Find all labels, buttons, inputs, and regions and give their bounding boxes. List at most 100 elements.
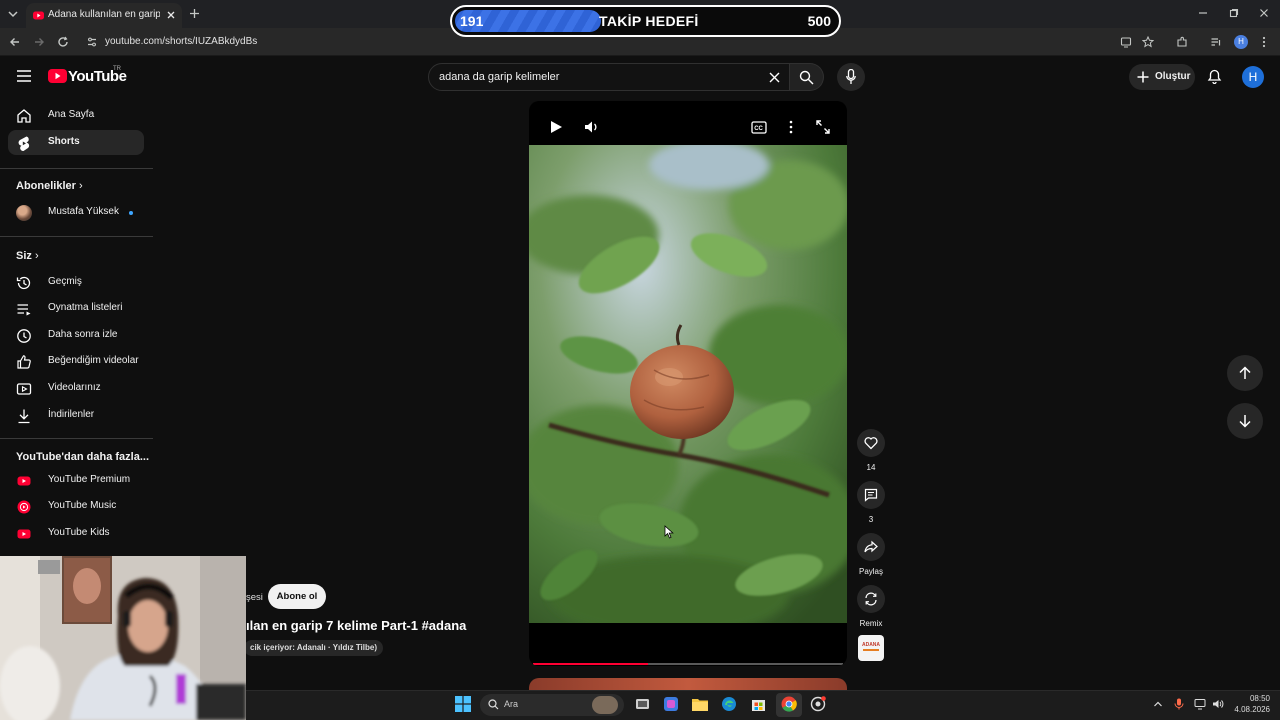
speaker-tray-icon[interactable]: [1212, 698, 1224, 710]
edge-browser-icon[interactable]: [721, 696, 737, 712]
subscription-item[interactable]: Mustafa Yüksek: [8, 200, 144, 225]
short-title[interactable]: ılan en garip 7 kelime Part-1 #adana: [246, 618, 466, 633]
cast-icon[interactable]: [1120, 36, 1132, 48]
sidebar-item-label: Ana Sayfa: [48, 109, 95, 120]
sidebar-item-label: Beğendiğim videolar: [48, 355, 139, 366]
video-progress-bar[interactable]: [533, 663, 843, 665]
sidebar-item-youtube-kids[interactable]: YouTube Kids: [8, 521, 144, 546]
comments-button[interactable]: [857, 481, 885, 509]
minimize-icon[interactable]: [1198, 8, 1208, 18]
sidebar-item-label: Daha sonra izle: [48, 329, 118, 340]
bookmark-star-icon[interactable]: [1142, 36, 1154, 48]
notifications-bell-icon[interactable]: [1207, 68, 1222, 84]
taskbar-search-icon: [488, 699, 499, 710]
back-icon[interactable]: [9, 36, 21, 48]
sidebar-item-watch-later[interactable]: Daha sonra izle: [8, 323, 144, 348]
sidebar-item-liked-videos[interactable]: Beğendiğim videolar: [8, 349, 144, 374]
like-button[interactable]: [857, 429, 885, 457]
media-controls-icon[interactable]: [1210, 36, 1222, 48]
system-tray-expand-icon[interactable]: [1153, 699, 1163, 709]
sidebar-item-downloads[interactable]: İndirilenler: [8, 403, 144, 428]
video-frame[interactable]: [529, 145, 847, 623]
sidebar-item-home[interactable]: Ana Sayfa: [8, 103, 144, 128]
sidebar-item-label: YouTube Kids: [48, 527, 110, 538]
url-text[interactable]: youtube.com/shorts/IUZABkdydBs: [105, 36, 257, 47]
create-button[interactable]: Oluştur: [1129, 64, 1195, 90]
subscriptions-heading[interactable]: Abonelikler ›: [16, 180, 83, 192]
next-short-button[interactable]: [1227, 403, 1263, 439]
search-highlight-icon: [592, 696, 618, 714]
close-window-icon[interactable]: [1259, 8, 1269, 18]
volume-icon[interactable]: [584, 120, 600, 134]
sidebar-item-label: Videolarınız: [48, 382, 101, 393]
comment-count: 3: [868, 515, 874, 524]
restore-icon[interactable]: [1229, 8, 1239, 18]
chrome-menu-icon[interactable]: [1259, 36, 1269, 48]
more-options-icon[interactable]: [788, 120, 794, 134]
sidebar-item-shorts[interactable]: Shorts: [8, 130, 144, 155]
next-short-preview[interactable]: [529, 678, 847, 690]
share-button[interactable]: [857, 533, 885, 561]
fullscreen-icon[interactable]: [816, 120, 830, 134]
new-tab-icon[interactable]: [189, 8, 200, 19]
goal-current: 191: [460, 13, 484, 29]
taskbar-time[interactable]: 08:50: [1250, 694, 1270, 703]
music-chip[interactable]: cik içeriyor: Adanalı · Yıldız Tilbe): [244, 640, 383, 656]
remix-button[interactable]: [857, 585, 885, 613]
subscribe-button[interactable]: Abone ol: [268, 584, 326, 609]
tab-title: Adana kullanılan en garip 7 kelime: [48, 9, 160, 20]
taskbar-search[interactable]: Ara: [480, 694, 624, 716]
audio-thumbnail-stripe: [863, 649, 879, 651]
playlist-icon: [17, 304, 31, 316]
account-avatar[interactable]: H: [1242, 66, 1264, 88]
channel-name[interactable]: şesi: [246, 592, 263, 603]
subscription-label: Mustafa Yüksek: [48, 206, 119, 217]
store-icon[interactable]: [751, 696, 766, 712]
copilot-icon[interactable]: [663, 696, 679, 712]
sidebar-item-playlists[interactable]: Oynatma listeleri: [8, 296, 144, 321]
search-icon: [799, 70, 814, 85]
site-info-icon[interactable]: [86, 36, 98, 48]
task-view-icon[interactable]: [635, 697, 650, 711]
tab-search-icon[interactable]: [7, 8, 19, 20]
extensions-icon[interactable]: [1176, 36, 1188, 48]
active-tab[interactable]: Adana kullanılan en garip 7 kelime: [26, 3, 182, 28]
search-button[interactable]: [790, 63, 824, 91]
sidebar-item-youtube-premium[interactable]: YouTube Premium: [8, 468, 144, 493]
youtube-premium-icon: [17, 476, 31, 486]
display-tray-icon[interactable]: [1194, 698, 1206, 710]
clear-search-icon[interactable]: [769, 72, 780, 83]
sidebar-item-youtube-music[interactable]: YouTube Music: [8, 494, 144, 519]
share-label: Paylaş: [858, 567, 883, 576]
search-input[interactable]: adana da garip kelimeler: [439, 71, 559, 83]
reload-icon[interactable]: [57, 36, 69, 48]
create-label: Oluştur: [1155, 71, 1191, 82]
previous-short-button[interactable]: [1227, 355, 1263, 391]
comment-icon: [864, 488, 878, 502]
subscribe-label: Abone ol: [276, 591, 318, 602]
shorts-player[interactable]: CC: [529, 101, 847, 666]
sidebar-item-your-videos[interactable]: Videolarınız: [8, 376, 144, 401]
forward-icon[interactable]: [33, 36, 45, 48]
arrow-down-icon: [1239, 415, 1251, 428]
captions-icon[interactable]: CC: [751, 121, 767, 134]
hamburger-menu-icon[interactable]: [17, 70, 31, 82]
profile-avatar[interactable]: H: [1234, 35, 1248, 49]
recording-app-icon[interactable]: [810, 696, 826, 712]
close-tab-icon[interactable]: [166, 10, 176, 20]
sidebar-item-history[interactable]: Geçmiş: [8, 270, 144, 295]
file-explorer-icon[interactable]: [692, 697, 708, 711]
audio-thumbnail[interactable]: ADANA: [858, 635, 884, 661]
goal-label: TAKİP HEDEFİ: [599, 13, 699, 29]
search-box[interactable]: adana da garip kelimeler: [428, 63, 790, 91]
taskbar-date[interactable]: 4.08.2026: [1234, 705, 1270, 714]
windows-start-icon[interactable]: [455, 696, 471, 712]
youtube-logo-icon[interactable]: [48, 69, 67, 83]
sidebar-divider: [0, 168, 153, 169]
microphone-tray-icon[interactable]: [1174, 698, 1184, 710]
chrome-taskbar-icon[interactable]: [781, 696, 797, 712]
webcam-overlay: [0, 556, 246, 720]
voice-search-button[interactable]: [837, 63, 865, 91]
play-icon[interactable]: [549, 120, 563, 134]
you-heading[interactable]: Siz ›: [16, 250, 39, 262]
